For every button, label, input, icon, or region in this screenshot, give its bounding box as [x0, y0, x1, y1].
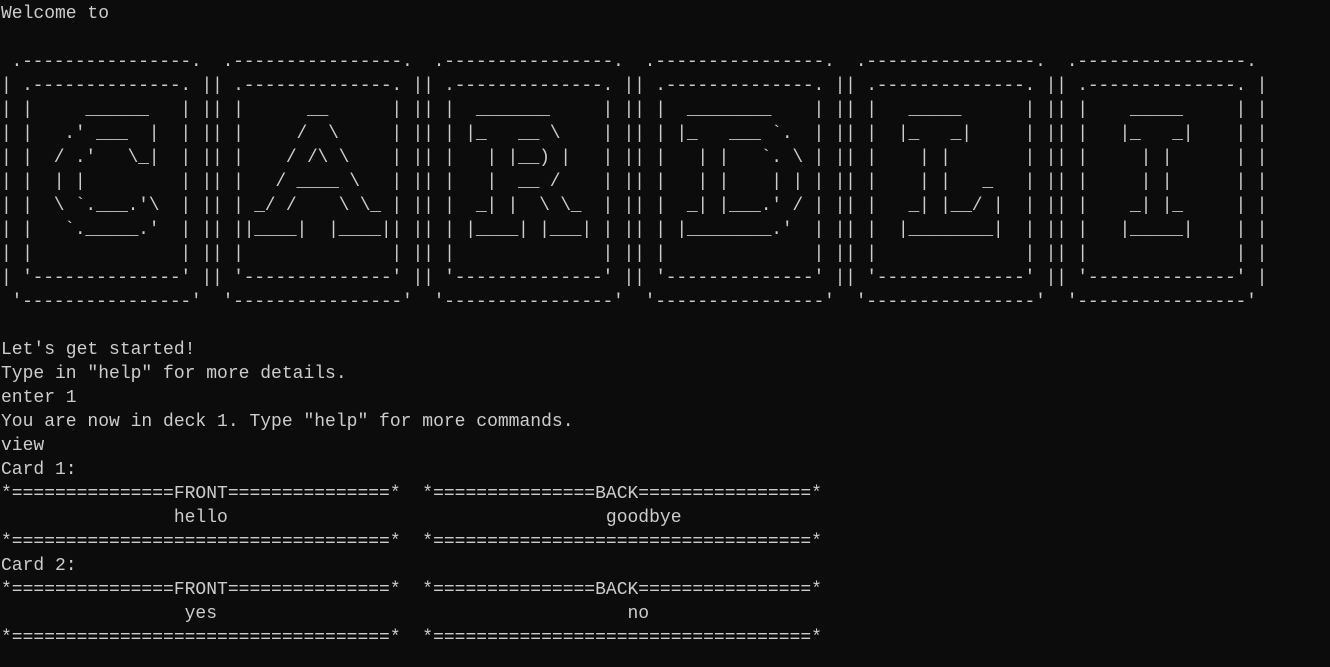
command-enter-line: enter 1: [1, 388, 77, 408]
help-hint-line: Type in "help" for more details.: [1, 364, 347, 384]
card-header: *===============FRONT===============* *=…: [1, 484, 822, 504]
banner-line: | | \ `.___.'\ | || | _/ / \ \_ | || | _…: [1, 196, 1268, 216]
deck-message-line: You are now in deck 1. Type "help" for m…: [1, 412, 574, 432]
banner-line: | | | || | | || | | || | | || | | || | |…: [1, 244, 1268, 264]
banner-line: | | ______ | || | __ | || | _______ | ||…: [1, 100, 1268, 120]
banner-line: '----------------' '----------------' '-…: [1, 292, 1268, 312]
card-footer: *===================================* *=…: [1, 628, 822, 648]
card-block: Card 2: *===============FRONT===========…: [1, 554, 1330, 650]
banner-line: | | | | | || | / ____ \ | || | | __ / | …: [1, 172, 1268, 192]
cardli-ascii-banner: .----------------. .----------------. .-…: [1, 50, 1330, 314]
card-content: hello goodbye: [1, 508, 682, 528]
card-label: Card 2:: [1, 556, 77, 576]
banner-line: | | `._____.' | || ||____| |____|| || | …: [1, 220, 1268, 240]
card-header: *===============FRONT===============* *=…: [1, 580, 822, 600]
card-label: Card 1:: [1, 460, 77, 480]
banner-line: | | .' ___ | | || | / \ | || | |_ __ \ |…: [1, 124, 1268, 144]
banner-line: .----------------. .----------------. .-…: [1, 52, 1268, 72]
banner-line: | .--------------. || .--------------. |…: [1, 76, 1268, 96]
banner-line: | '--------------' || '--------------' |…: [1, 268, 1268, 288]
card-footer: *===================================* *=…: [1, 532, 822, 552]
command-view-line: view: [1, 436, 45, 456]
banner-line: | | / .' \_| | || | / /\ \ | || | | |__)…: [1, 148, 1268, 168]
welcome-line: Welcome to: [1, 4, 110, 24]
terminal-window[interactable]: Welcome to .----------------. .---------…: [0, 0, 1330, 667]
card-content: yes no: [1, 604, 650, 624]
started-line: Let's get started!: [1, 340, 196, 360]
card-block: Card 1: *===============FRONT===========…: [1, 458, 1330, 554]
